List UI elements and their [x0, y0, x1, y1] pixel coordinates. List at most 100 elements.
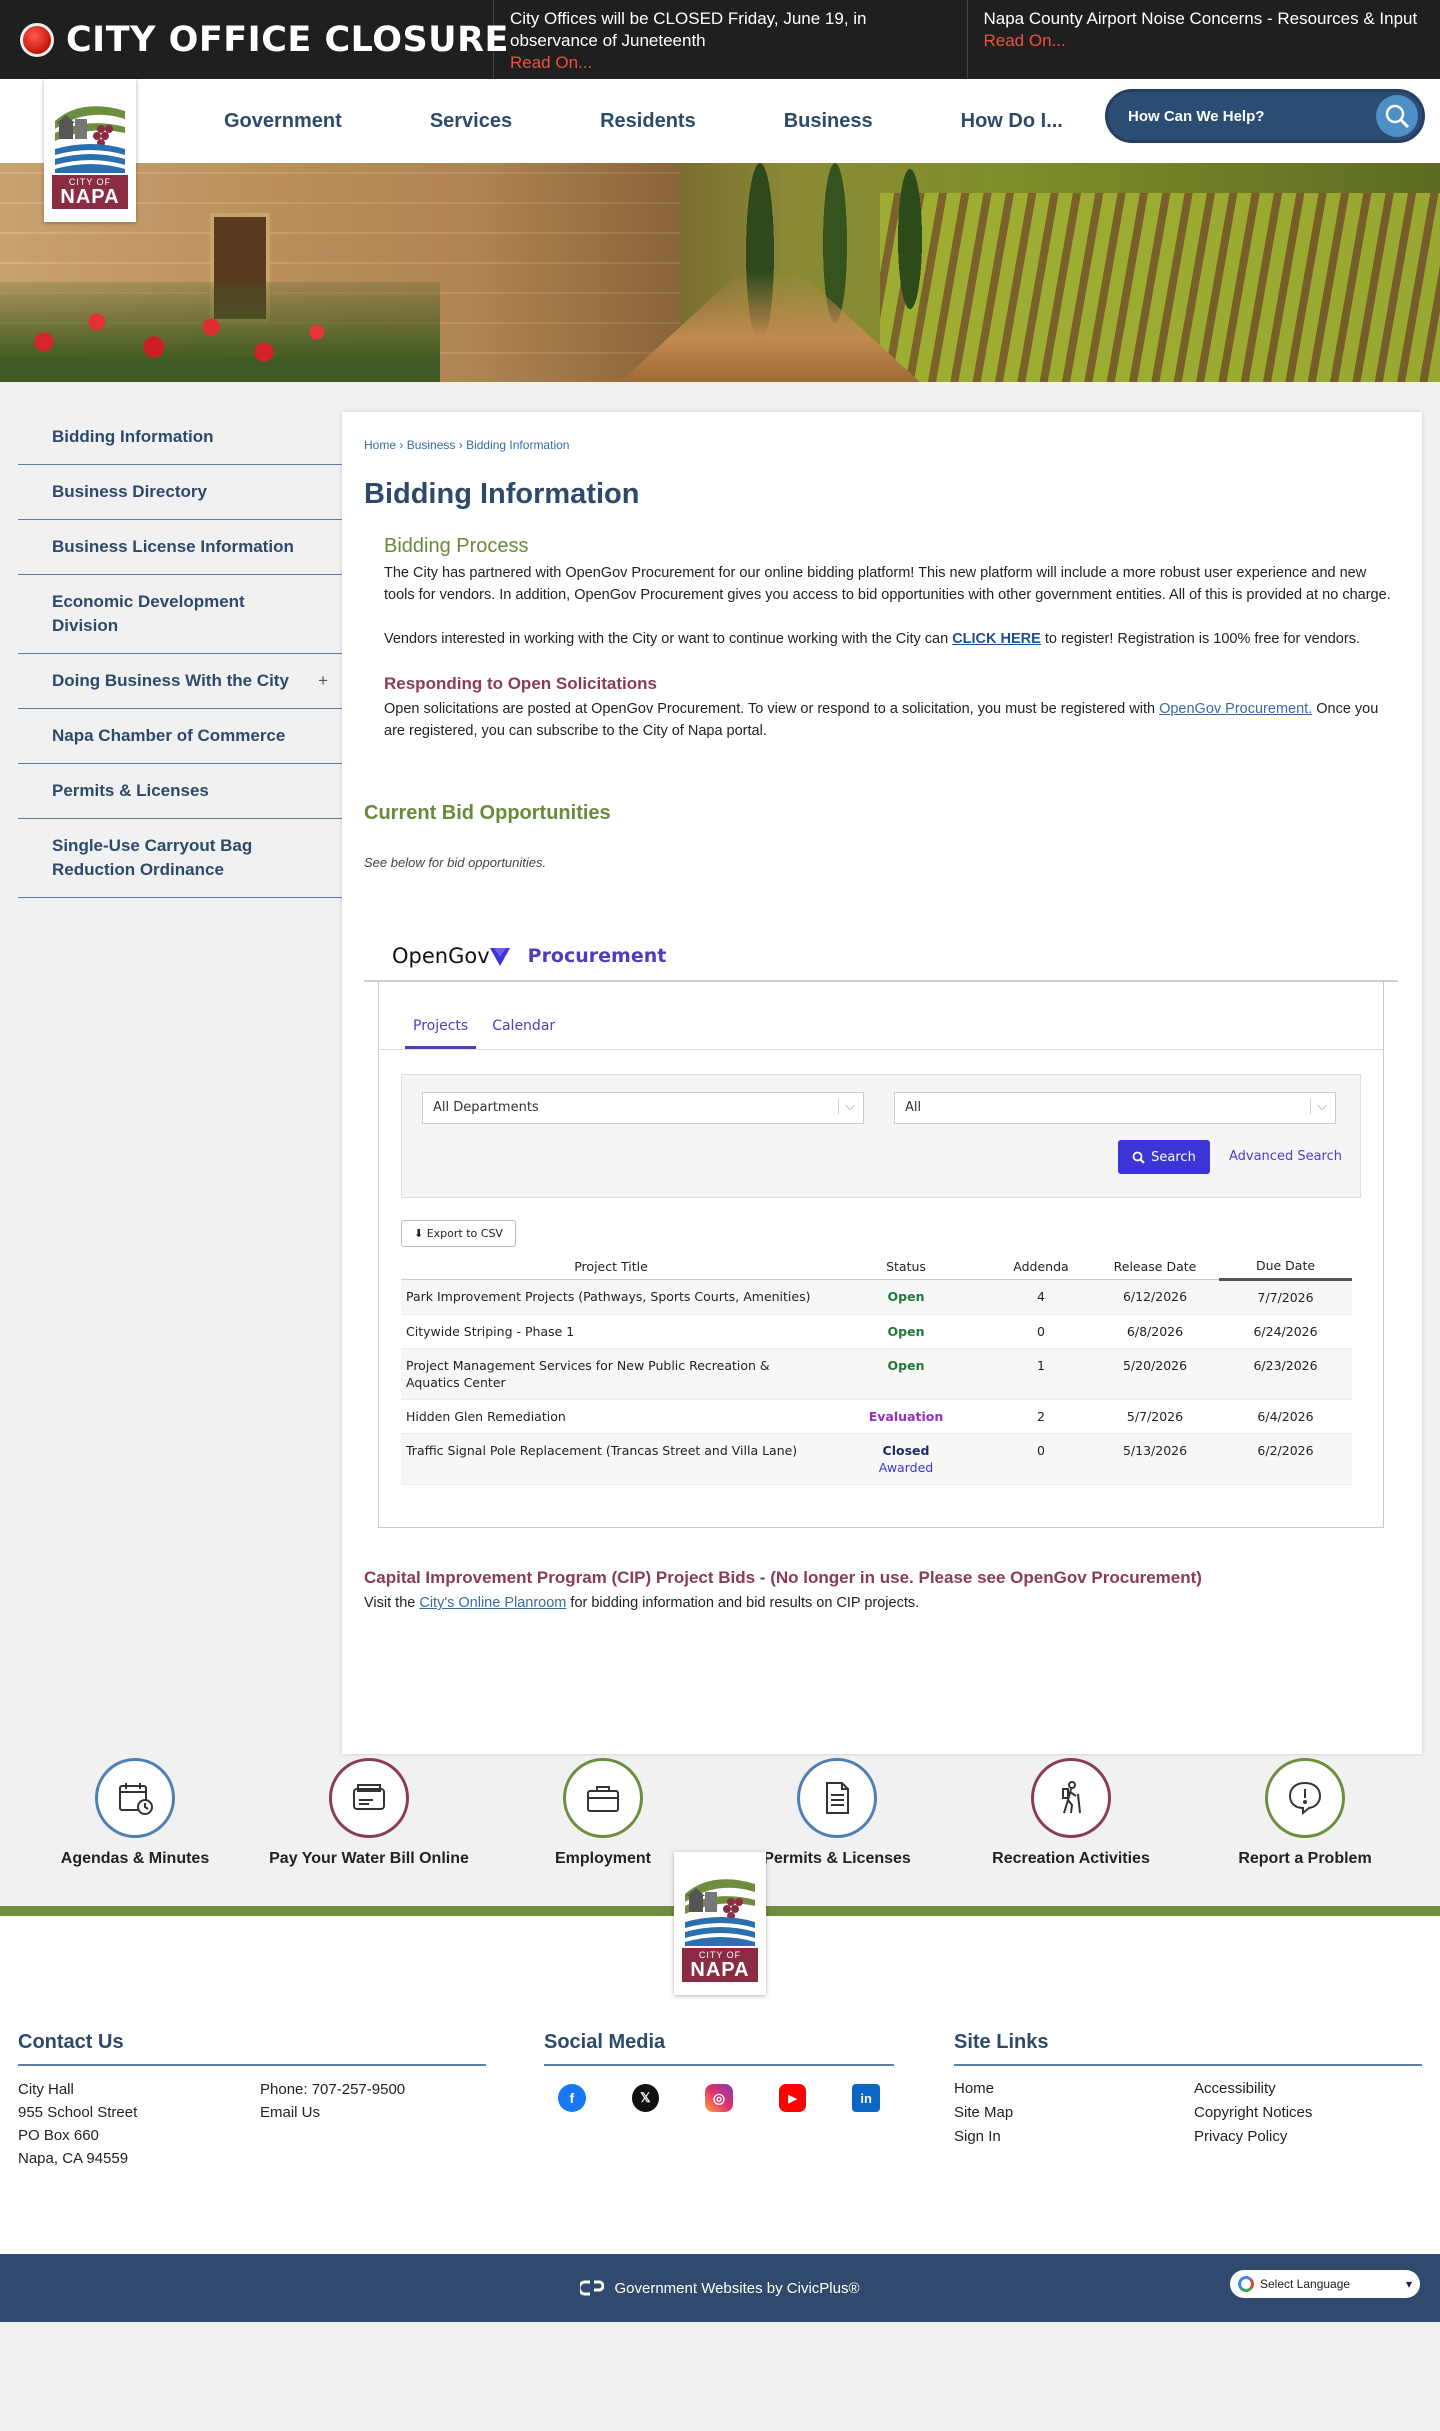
- site-link-copyright[interactable]: Copyright Notices: [1194, 2104, 1434, 2121]
- opengov-procurement-link[interactable]: OpenGov Procurement.: [1159, 701, 1312, 717]
- read-on-link[interactable]: Read On...: [510, 52, 951, 74]
- due-cell: 7/7/2026: [1219, 1279, 1352, 1315]
- advanced-search-link[interactable]: Advanced Search: [1229, 1149, 1342, 1164]
- breadcrumb-business[interactable]: Business: [407, 438, 456, 452]
- tab-projects[interactable]: Projects: [405, 1006, 477, 1049]
- alert-title-block[interactable]: CITY OFFICE CLOSURE: [0, 0, 508, 79]
- opengov-header: OpenGov Procurement: [364, 932, 1398, 982]
- current-bid-heading: Current Bid Opportunities: [364, 802, 611, 824]
- read-on-link[interactable]: Read On...: [984, 30, 1425, 52]
- breadcrumb-separator: ›: [455, 438, 467, 452]
- quick-link-water-bill[interactable]: Pay Your Water Bill Online: [252, 1758, 486, 1906]
- chevron-down-icon: ⌵: [1310, 1099, 1327, 1114]
- sidebar-item-label: Doing Business With the City: [52, 671, 289, 690]
- wallet-icon: [329, 1758, 409, 1838]
- col-release-date[interactable]: Release Date: [1091, 1253, 1219, 1280]
- contact-address: City Hall 955 School Street PO Box 660 N…: [18, 2078, 260, 2170]
- status-cell: Open: [821, 1314, 991, 1349]
- chevron-down-icon: ▾: [1405, 2277, 1412, 2291]
- project-title[interactable]: Hidden Glen Remediation: [401, 1399, 821, 1434]
- sidebar-item-chamber[interactable]: Napa Chamber of Commerce: [18, 709, 342, 764]
- briefcase-icon: [563, 1758, 643, 1838]
- sidebar-item-bidding[interactable]: Bidding Information: [18, 410, 342, 465]
- nav-how-do-i[interactable]: How Do I...: [917, 110, 1107, 133]
- click-here-link[interactable]: CLICK HERE: [952, 631, 1041, 647]
- main-nav: Government Services Residents Business H…: [180, 110, 1107, 133]
- search-button[interactable]: [1376, 95, 1418, 137]
- col-addenda[interactable]: Addenda: [991, 1253, 1091, 1280]
- search-input[interactable]: [1128, 107, 1376, 125]
- col-project-title[interactable]: Project Title: [401, 1253, 821, 1280]
- nav-government[interactable]: Government: [180, 110, 386, 133]
- alert-item-text: City Offices will be CLOSED Friday, June…: [510, 9, 867, 50]
- nav-business[interactable]: Business: [740, 110, 917, 133]
- due-cell: 6/23/2026: [1219, 1348, 1352, 1400]
- status-badge: Open: [887, 1358, 925, 1373]
- site-link-privacy[interactable]: Privacy Policy: [1194, 2128, 1434, 2145]
- email-us-link[interactable]: Email Us: [260, 2101, 405, 2124]
- status-select[interactable]: All ⌵: [894, 1092, 1336, 1124]
- banner-roses: [0, 282, 440, 382]
- logo-napa: NAPA: [690, 1958, 750, 1981]
- col-status[interactable]: Status: [821, 1253, 991, 1280]
- language-select[interactable]: Select Language ▾: [1230, 2270, 1420, 2298]
- col-due-date[interactable]: Due Date: [1219, 1253, 1352, 1281]
- nav-services[interactable]: Services: [386, 110, 556, 133]
- export-csv-button[interactable]: ⬇ Export to CSV: [401, 1220, 516, 1247]
- bid-note: See below for bid opportunities.: [364, 855, 547, 870]
- sidebar-item-bag-ordinance[interactable]: Single-Use Carryout Bag Reduction Ordina…: [18, 819, 342, 898]
- site-link-accessibility[interactable]: Accessibility: [1194, 2080, 1434, 2097]
- table-row[interactable]: Park Improvement Projects (Pathways, Spo…: [401, 1279, 1352, 1315]
- facebook-icon[interactable]: f: [558, 2084, 586, 2112]
- site-link-home[interactable]: Home: [954, 2080, 1194, 2097]
- alert-item-airport[interactable]: Napa County Airport Noise Concerns - Res…: [968, 0, 1440, 79]
- site-link-sign-in[interactable]: Sign In: [954, 2128, 1194, 2145]
- quick-link-recreation[interactable]: Recreation Activities: [954, 1758, 1188, 1906]
- civicplus-link[interactable]: Government Websites by CivicPlus®: [580, 2280, 860, 2297]
- tab-calendar[interactable]: Calendar: [484, 1006, 563, 1049]
- project-title[interactable]: Traffic Signal Pole Replacement (Trancas…: [401, 1433, 821, 1485]
- project-title[interactable]: Citywide Striping - Phase 1: [401, 1314, 821, 1349]
- breadcrumb-home[interactable]: Home: [364, 438, 396, 452]
- table-row[interactable]: Traffic Signal Pole Replacement (Trancas…: [401, 1433, 1352, 1485]
- x-icon[interactable]: 𝕏: [631, 2084, 660, 2112]
- sidebar-item-permits[interactable]: Permits & Licenses: [18, 764, 342, 819]
- department-select[interactable]: All Departments ⌵: [422, 1092, 864, 1124]
- sidebar-item-license[interactable]: Business License Information: [18, 520, 342, 575]
- opengov-logo: OpenGov: [392, 944, 510, 968]
- release-cell: 5/7/2026: [1091, 1399, 1219, 1434]
- opengov-search-button[interactable]: Search: [1118, 1140, 1210, 1174]
- city-logo[interactable]: CITY OF NAPA: [44, 79, 136, 222]
- sidebar-item-doing-business[interactable]: Doing Business With the City +: [18, 654, 342, 709]
- footer-contact: Contact Us City Hall 955 School Street P…: [18, 2031, 486, 2170]
- breadcrumb-current[interactable]: Bidding Information: [466, 438, 569, 452]
- nav-residents[interactable]: Residents: [556, 110, 740, 133]
- project-title[interactable]: Park Improvement Projects (Pathways, Spo…: [401, 1279, 821, 1315]
- expand-plus-icon[interactable]: +: [318, 669, 328, 693]
- quick-link-agendas[interactable]: Agendas & Minutes: [18, 1758, 252, 1906]
- sidebar-item-econ-dev[interactable]: Economic Development Division: [18, 575, 342, 654]
- breadcrumb-separator: ›: [396, 438, 407, 452]
- online-planroom-link[interactable]: City's Online Planroom: [419, 1595, 566, 1611]
- logo-wordmark: CITY OF NAPA: [682, 1947, 758, 1982]
- table-row[interactable]: Hidden Glen Remediation Evaluation 2 5/7…: [401, 1399, 1352, 1434]
- project-title[interactable]: Project Management Services for New Publ…: [401, 1348, 821, 1400]
- quick-link-report[interactable]: Report a Problem: [1188, 1758, 1422, 1906]
- alert-icon: [20, 22, 54, 57]
- responding-text: Open solicitations are posted at OpenGov…: [384, 701, 1160, 717]
- download-icon: ⬇: [414, 1227, 424, 1240]
- quick-link-label: Pay Your Water Bill Online: [269, 1850, 469, 1867]
- instagram-icon[interactable]: ◎: [705, 2084, 733, 2112]
- napa-logo-icon: [55, 105, 125, 173]
- youtube-icon[interactable]: ▶: [778, 2084, 807, 2112]
- table-row[interactable]: Project Management Services for New Publ…: [401, 1348, 1352, 1400]
- status-badge: Open: [887, 1289, 925, 1304]
- alert-item-juneteenth[interactable]: City Offices will be CLOSED Friday, June…: [494, 0, 968, 79]
- table-row[interactable]: Citywide Striping - Phase 1 Open 0 6/8/2…: [401, 1314, 1352, 1349]
- site-link-site-map[interactable]: Site Map: [954, 2104, 1194, 2121]
- linkedin-icon[interactable]: in: [852, 2084, 880, 2112]
- site-links-title: Site Links: [954, 2031, 1422, 2066]
- sidebar-item-directory[interactable]: Business Directory: [18, 465, 342, 520]
- footer-logo[interactable]: CITY OF NAPA: [674, 1852, 766, 1995]
- calendar-clock-icon: [95, 1758, 175, 1838]
